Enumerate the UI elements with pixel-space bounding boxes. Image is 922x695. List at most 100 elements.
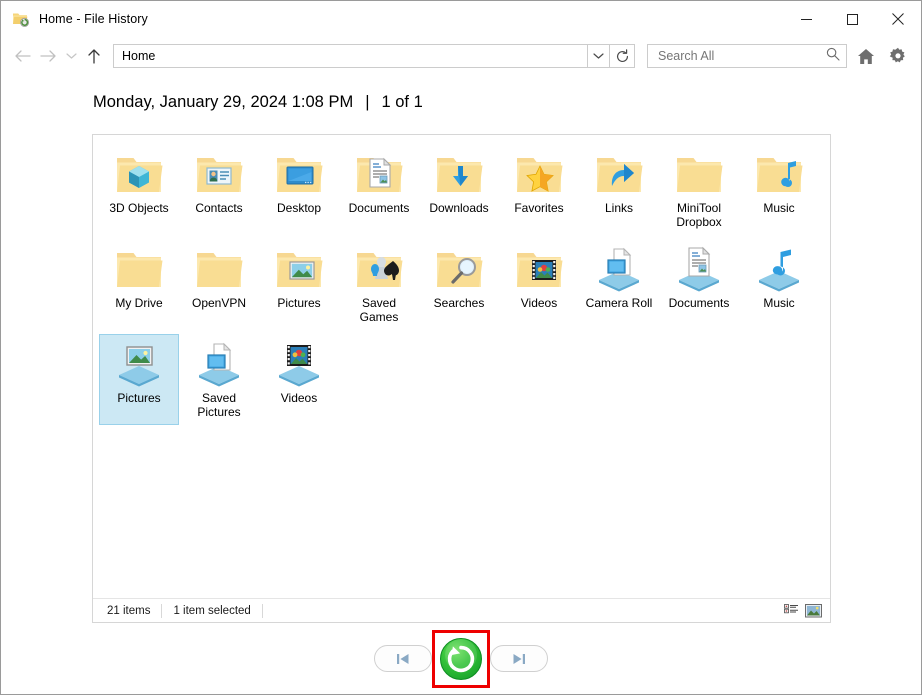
list-item[interactable]: Pictures <box>259 239 339 330</box>
folder-plain-icon <box>115 244 163 292</box>
list-item-label: Music <box>763 201 795 215</box>
version-navigation <box>1 623 921 694</box>
file-list-panel: 3D Objects Contacts Desktop Documents Downlo… <box>92 134 831 623</box>
back-button[interactable] <box>9 43 35 69</box>
status-bar: 21 items 1 item selected <box>93 598 830 622</box>
folder-3d-objects-icon <box>115 149 163 197</box>
large-icons-view-icon[interactable] <box>802 601 824 621</box>
list-item-label: Documents <box>668 296 730 310</box>
recent-locations-button[interactable] <box>61 43 81 69</box>
list-item[interactable]: Videos <box>499 239 579 330</box>
selection-count: 1 item selected <box>173 604 251 617</box>
status-divider-2 <box>261 603 263 618</box>
close-button[interactable] <box>875 1 921 37</box>
library-saved-pictures-icon <box>195 339 243 387</box>
list-item[interactable]: 3D Objects <box>99 144 179 235</box>
folder-pictures-icon <box>275 244 323 292</box>
library-pictures-icon <box>115 339 163 387</box>
search-icon <box>826 47 840 66</box>
next-icon <box>513 653 525 664</box>
list-item[interactable]: Music <box>739 144 819 235</box>
home-icon[interactable] <box>853 43 879 69</box>
library-music-icon <box>755 244 803 292</box>
list-item[interactable]: Documents <box>659 239 739 330</box>
restore-button[interactable] <box>439 637 483 681</box>
library-videos-icon <box>275 339 323 387</box>
folder-links-icon <box>595 149 643 197</box>
title-bar: Home - File History <box>1 1 921 37</box>
list-item-label: Saved Pictures <box>197 391 241 419</box>
version-count: 1 of 1 <box>381 93 423 111</box>
folder-contacts-icon <box>195 149 243 197</box>
status-divider-1 <box>161 603 163 618</box>
list-item-label: Saved Games <box>359 296 399 324</box>
library-camera-roll-icon <box>595 244 643 292</box>
list-item-label: OpenVPN <box>191 296 247 310</box>
minimize-button[interactable] <box>783 1 829 37</box>
list-item-selected[interactable]: Pictures <box>99 334 179 425</box>
list-item-label: Music <box>763 296 795 310</box>
list-item-label: 3D Objects <box>109 201 169 215</box>
forward-button[interactable] <box>35 43 61 69</box>
version-datetime: Monday, January 29, 2024 1:08 PM <box>93 93 354 111</box>
folder-videos-icon <box>515 244 563 292</box>
list-item-label: Desktop <box>276 201 322 215</box>
folder-plain-icon <box>675 149 723 197</box>
folder-desktop-icon <box>275 149 323 197</box>
list-item[interactable]: My Drive <box>99 239 179 330</box>
restore-button-highlight <box>432 629 490 688</box>
list-item[interactable]: Camera Roll <box>579 239 659 330</box>
list-item-label: Pictures <box>277 296 321 310</box>
list-item-label: Camera Roll <box>585 296 653 310</box>
list-item[interactable]: Favorites <box>499 144 579 235</box>
file-history-window: Home - File History Home Search All Mond… <box>0 0 922 695</box>
list-item[interactable]: Downloads <box>419 144 499 235</box>
list-item[interactable]: Documents <box>339 144 419 235</box>
previous-version-button[interactable] <box>374 645 432 672</box>
window-controls <box>783 1 921 37</box>
header-separator: | <box>365 93 370 111</box>
chevron-down-icon[interactable] <box>587 44 609 68</box>
list-item[interactable]: Contacts <box>179 144 259 235</box>
list-item[interactable]: MiniTool Dropbox <box>659 144 739 235</box>
search-box[interactable] <box>647 44 847 68</box>
folder-downloads-icon <box>435 149 483 197</box>
folder-music-icon <box>755 149 803 197</box>
list-item-label: My Drive <box>115 296 163 310</box>
maximize-button[interactable] <box>829 1 875 37</box>
list-item-label: Videos <box>280 391 318 405</box>
list-item-label: Favorites <box>514 201 564 215</box>
up-button[interactable] <box>81 43 107 69</box>
folder-history-icon <box>12 10 30 28</box>
folder-favorites-icon <box>515 149 563 197</box>
next-version-button[interactable] <box>490 645 548 672</box>
list-item[interactable]: Saved Games <box>339 239 419 330</box>
list-item-label: MiniTool Dropbox <box>676 201 722 229</box>
address-toolbar: Home <box>1 37 921 75</box>
list-item[interactable]: Searches <box>419 239 499 330</box>
items-grid: 3D Objects Contacts Desktop Documents Downlo… <box>93 135 830 598</box>
gear-icon[interactable] <box>885 43 911 69</box>
address-input[interactable]: Home <box>113 44 587 68</box>
list-item[interactable]: Desktop <box>259 144 339 235</box>
list-item-label: Contacts <box>195 201 243 215</box>
list-item[interactable]: OpenVPN <box>179 239 259 330</box>
folder-plain-icon <box>195 244 243 292</box>
window-title: Home - File History <box>39 12 148 26</box>
folder-searches-icon <box>435 244 483 292</box>
list-item[interactable]: Music <box>739 239 819 330</box>
list-item[interactable]: Links <box>579 144 659 235</box>
refresh-icon[interactable] <box>609 44 635 68</box>
list-item[interactable]: Videos <box>259 334 339 425</box>
list-item-label: Documents <box>348 201 410 215</box>
folder-saved-games-icon <box>355 244 403 292</box>
details-view-icon[interactable] <box>780 601 802 621</box>
list-item-label: Links <box>604 201 633 215</box>
address-bar[interactable]: Home <box>113 44 635 68</box>
list-item-label: Videos <box>520 296 558 310</box>
search-input[interactable] <box>656 48 826 64</box>
version-header: Monday, January 29, 2024 1:08 PM | 1 of … <box>93 93 921 112</box>
list-item[interactable]: Saved Pictures <box>179 334 259 425</box>
folder-documents-icon <box>355 149 403 197</box>
previous-icon <box>397 653 409 664</box>
